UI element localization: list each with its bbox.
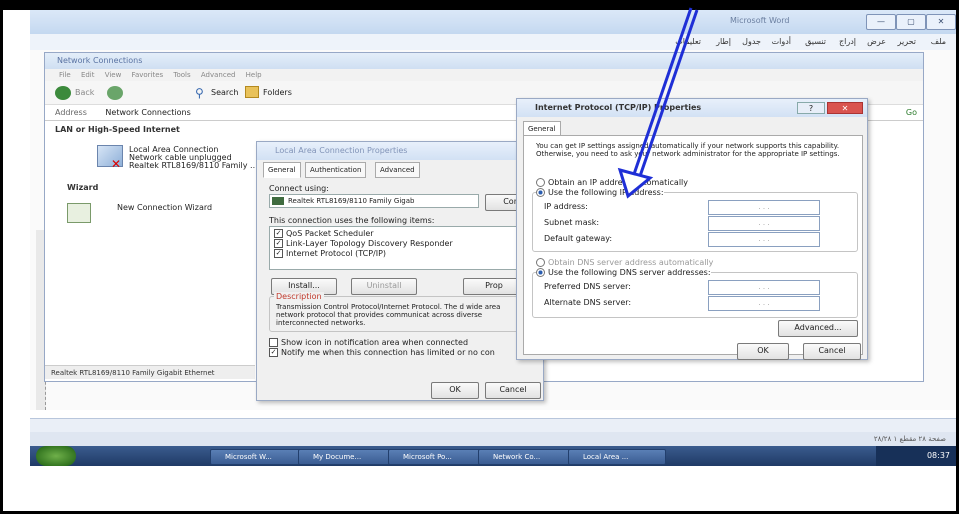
annotation-arrow: [617, 7, 699, 199]
arrow-shaft: [630, 7, 693, 181]
arrow-shaft-2: [636, 9, 699, 183]
arrow-head-icon: [617, 167, 654, 199]
